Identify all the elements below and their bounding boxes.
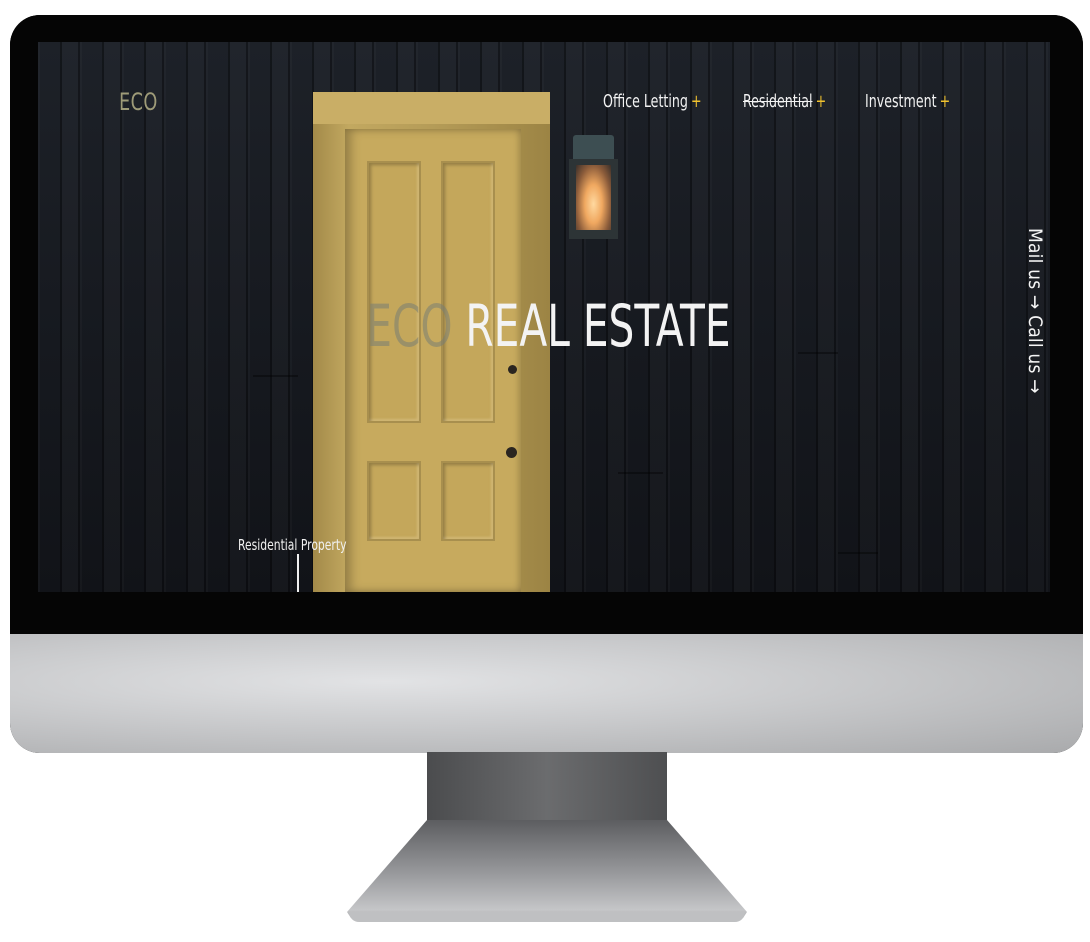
main-nav: Office Letting + Residential + Investment + <box>603 91 974 112</box>
plus-icon: + <box>815 91 827 112</box>
monitor-chin <box>10 634 1083 753</box>
door <box>345 129 521 592</box>
wall-lantern <box>566 135 621 247</box>
site-logo[interactable]: ECO <box>119 88 158 116</box>
nav-residential-label: Residential <box>743 91 813 112</box>
plank-seam <box>253 375 298 377</box>
hero-title-main: REAL ESTATE <box>465 292 731 360</box>
door-panel <box>367 461 421 541</box>
side-contact-links[interactable]: Mail us → Call us → <box>1024 228 1046 394</box>
door-knob <box>508 365 517 374</box>
monitor: ECO Office Letting + Residential + Investm… <box>10 15 1083 753</box>
plus-icon: + <box>691 91 702 112</box>
nav-investment[interactable]: Investment + <box>865 91 950 112</box>
nav-office-letting[interactable]: Office Letting + <box>603 91 712 112</box>
plank-seam <box>618 472 663 474</box>
hero-title-muted: ECO <box>366 292 453 360</box>
nav-investment-label: Investment <box>865 91 937 112</box>
plank-seam <box>838 552 878 554</box>
door-handle <box>506 447 517 458</box>
monitor-stand-lip <box>349 912 745 922</box>
plus-icon: + <box>939 91 951 112</box>
slide-caption[interactable]: Residential Property <box>238 536 346 554</box>
monitor-stand-foot <box>347 820 747 918</box>
door-frame-top <box>313 92 550 124</box>
door-panel <box>441 461 495 541</box>
nav-residential[interactable]: Residential + <box>743 91 838 112</box>
website-screen: ECO Office Letting + Residential + Investm… <box>38 42 1050 592</box>
nav-office-letting-label: Office Letting <box>603 91 688 112</box>
hero-title: ECO REAL ESTATE <box>154 292 943 360</box>
caption-indicator-line <box>297 554 299 592</box>
